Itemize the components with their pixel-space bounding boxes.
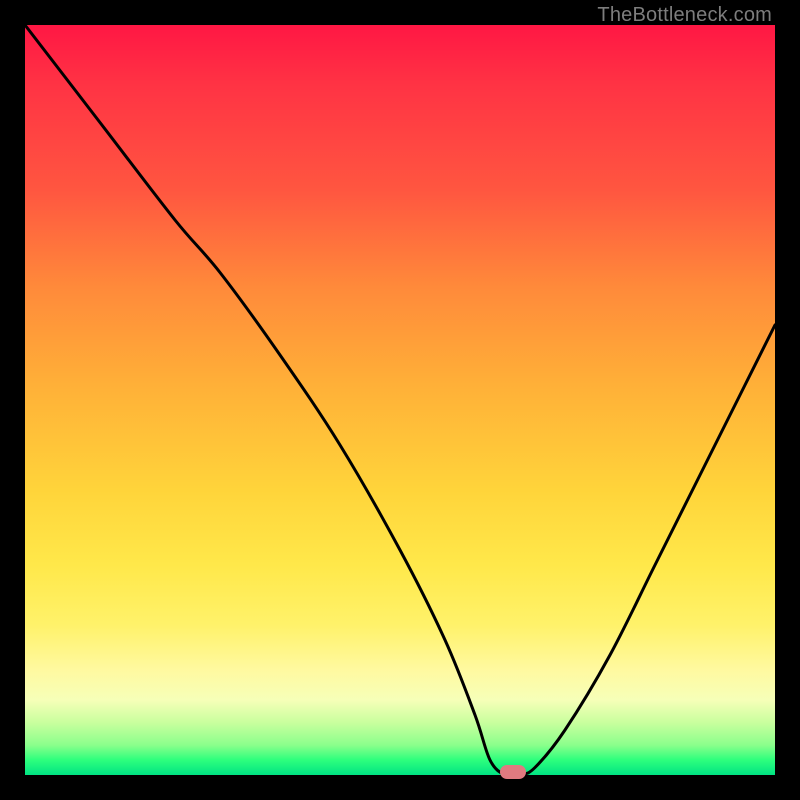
chart-frame: TheBottleneck.com (0, 0, 800, 800)
bottleneck-curve-path (25, 25, 775, 776)
plot-area (25, 25, 775, 775)
watermark-text: TheBottleneck.com (597, 4, 772, 27)
min-marker (500, 765, 526, 779)
curve-svg (25, 25, 775, 775)
